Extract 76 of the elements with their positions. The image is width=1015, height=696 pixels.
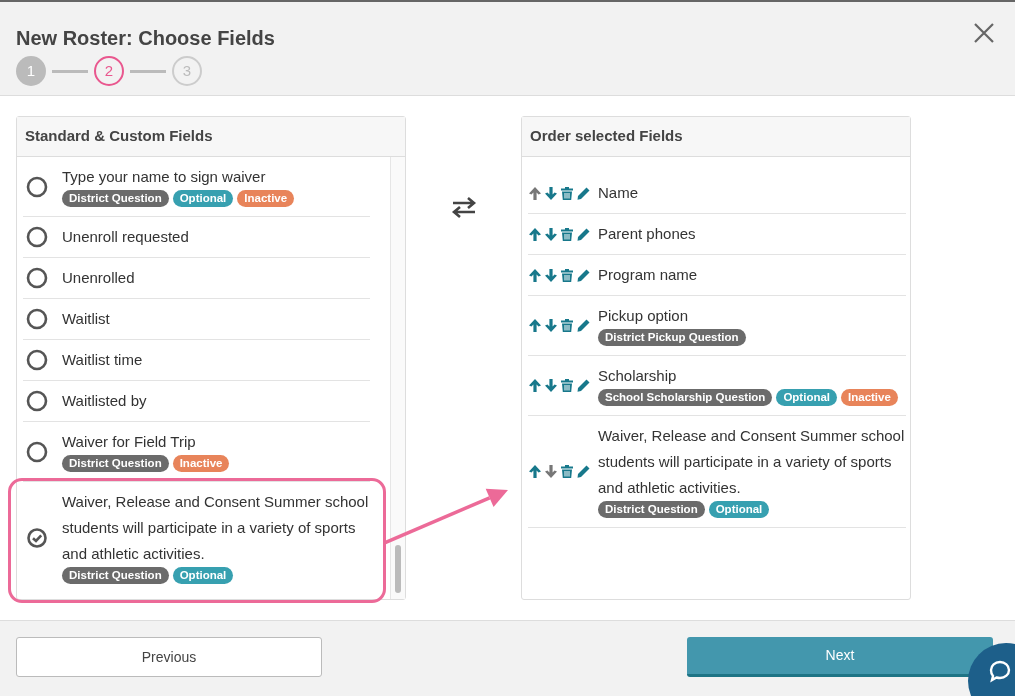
- tag-label: Optional: [776, 389, 838, 406]
- radio-circle-icon[interactable]: [26, 390, 48, 412]
- field-label: Unenroll requested: [62, 227, 189, 247]
- field-label: Name: [598, 183, 638, 203]
- tag-label: District Question: [598, 501, 705, 518]
- tag-label: District Pickup Question: [598, 329, 746, 346]
- arrow-down-icon[interactable]: [544, 378, 558, 393]
- arrow-up-icon[interactable]: [528, 378, 542, 393]
- field-option[interactable]: Waiver, Release and Consent Summer school students will participate in a variety of sports and athletic activities. District Question Optional: [23, 482, 370, 593]
- field-label: Waiver, Release and Consent Summer school students will participate in a variety of sports and athletic activities.: [598, 426, 906, 498]
- trash-icon[interactable]: [560, 226, 574, 242]
- field-label: Waiver, Release and Consent Summer school students will participate in a variety of sports and athletic activities.: [62, 492, 370, 564]
- radio-circle-icon[interactable]: [26, 440, 48, 463]
- arrow-up-icon[interactable]: [528, 464, 542, 479]
- previous-button[interactable]: Previous: [16, 637, 322, 677]
- field-label: Type your name to sign waiver: [62, 167, 267, 187]
- scrollbar[interactable]: [390, 157, 405, 599]
- arrow-up-icon[interactable]: [528, 318, 542, 333]
- radio-circle-icon[interactable]: [26, 226, 48, 248]
- pencil-icon[interactable]: [576, 267, 590, 283]
- tag-label: Optional: [172, 190, 234, 207]
- field-option[interactable]: Type your name to sign waiver District Question Optional Inactive: [23, 157, 370, 217]
- trash-icon[interactable]: [560, 318, 574, 333]
- tag-label: District Question: [62, 455, 169, 472]
- trash-icon[interactable]: [560, 464, 574, 479]
- field-option[interactable]: Waitlist time: [23, 340, 370, 381]
- tag-label: Inactive: [237, 190, 295, 207]
- field-label: Waiver for Field Trip: [62, 432, 197, 452]
- speech-bubble-icon: [988, 659, 1012, 683]
- pencil-icon[interactable]: [576, 378, 590, 393]
- radio-circle-icon[interactable]: [26, 267, 48, 289]
- tag-label: Inactive: [172, 455, 230, 472]
- tag-label: District Question: [62, 190, 169, 207]
- tag-label: School Scholarship Question: [598, 389, 773, 406]
- field-label: Waitlist: [62, 309, 110, 329]
- pencil-icon[interactable]: [576, 464, 590, 479]
- arrow-up-icon[interactable]: [528, 267, 542, 283]
- arrow-down-icon[interactable]: [544, 267, 558, 283]
- arrow-up-icon[interactable]: [528, 226, 542, 242]
- scrollbar-thumb[interactable]: [395, 545, 401, 593]
- arrow-down-icon[interactable]: [544, 318, 558, 333]
- field-label: Unenrolled: [62, 268, 135, 288]
- radio-circle-icon[interactable]: [26, 349, 48, 371]
- tag-label: District Question: [62, 567, 169, 584]
- trash-icon[interactable]: [560, 378, 574, 393]
- check-circle-icon[interactable]: [26, 526, 48, 549]
- field-label: Program name: [598, 265, 698, 285]
- field-option[interactable]: Waitlist: [23, 299, 370, 340]
- dialog-title: New Roster: Choose Fields: [16, 26, 275, 50]
- pencil-icon[interactable]: [576, 226, 590, 242]
- field-option[interactable]: Unenroll requested: [23, 217, 370, 258]
- pencil-icon[interactable]: [576, 185, 590, 201]
- field-option[interactable]: Waitlisted by: [23, 381, 370, 422]
- trash-icon[interactable]: [560, 185, 574, 201]
- field-label: Parent phones: [598, 224, 696, 244]
- close-icon[interactable]: [973, 22, 995, 44]
- radio-circle-icon[interactable]: [26, 308, 48, 330]
- panel-title: Standard & Custom Fields: [17, 117, 405, 157]
- step-indicator: 2: [94, 56, 124, 86]
- field-option[interactable]: Unenrolled: [23, 258, 370, 299]
- arrow-down-icon[interactable]: [544, 226, 558, 242]
- field-option[interactable]: Waiver for Field Trip District Question Inactive: [23, 422, 370, 482]
- arrow-down-icon[interactable]: [544, 185, 558, 201]
- radio-circle-icon[interactable]: [26, 175, 48, 198]
- field-label: Waitlist time: [62, 350, 143, 370]
- tag-label: Optional: [708, 501, 770, 518]
- panel-title: Order selected Fields: [522, 117, 910, 157]
- tag-label: Optional: [172, 567, 234, 584]
- trash-icon[interactable]: [560, 267, 574, 283]
- tag-label: Inactive: [841, 389, 898, 406]
- field-label: Scholarship: [598, 366, 678, 386]
- step-indicator: 1: [16, 56, 46, 86]
- field-label: Pickup option: [598, 306, 690, 326]
- field-label: Waitlisted by: [62, 391, 147, 411]
- pencil-icon[interactable]: [576, 318, 590, 333]
- swap-icon[interactable]: [450, 196, 477, 218]
